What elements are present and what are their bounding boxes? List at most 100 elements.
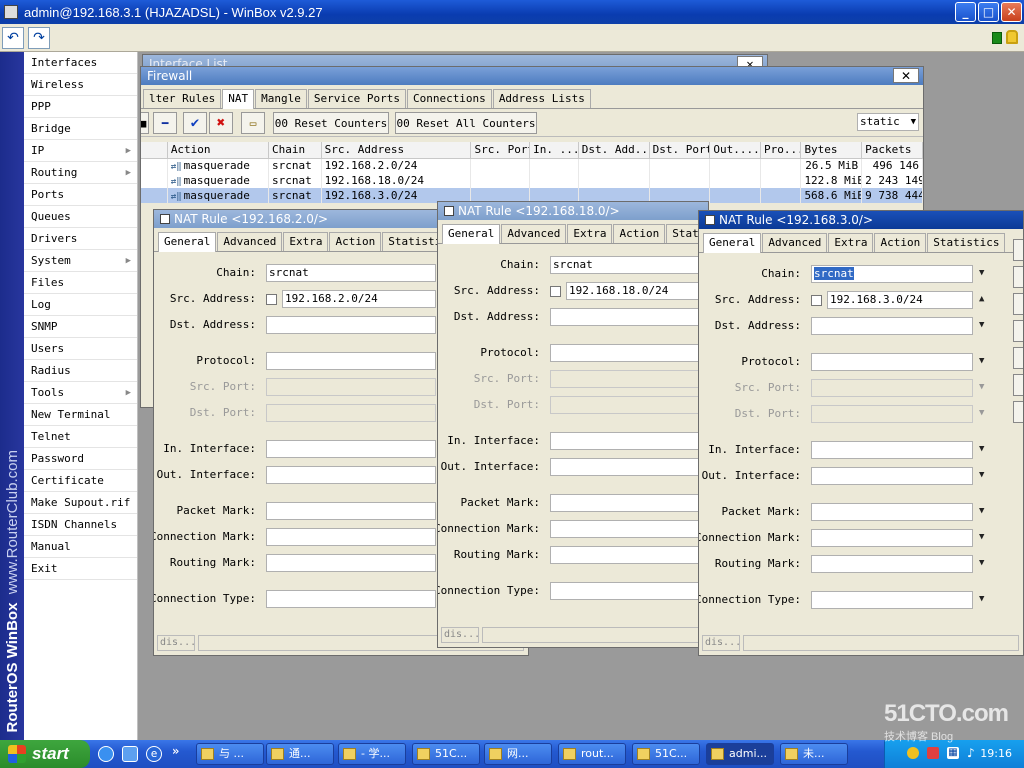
out-interface-field[interactable] bbox=[550, 458, 708, 476]
reset-all-counters-button[interactable]: 00 Reset All Counters bbox=[395, 112, 537, 134]
menu-item-wireless[interactable]: Wireless bbox=[24, 74, 137, 96]
protocol-field[interactable] bbox=[811, 353, 973, 371]
routing-mark-field[interactable] bbox=[811, 555, 973, 573]
menu-item-password[interactable]: Password bbox=[24, 448, 137, 470]
firewall-close-button[interactable]: ✕ bbox=[893, 68, 919, 83]
chain-field[interactable]: srcnat bbox=[266, 264, 436, 282]
nat-rule-window[interactable]: NAT Rule <192.168.18.0/> General Advanced E… bbox=[437, 201, 709, 648]
menu-item-files[interactable]: Files bbox=[24, 272, 137, 294]
chevron-down-icon[interactable]: ▼ bbox=[979, 558, 984, 568]
menu-item-queues[interactable]: Queues bbox=[24, 206, 137, 228]
quicklaunch-browser-icon[interactable] bbox=[98, 746, 114, 762]
tray-volume-icon[interactable]: ♪ bbox=[967, 746, 975, 760]
menu-item-certificate[interactable]: Certificate bbox=[24, 470, 137, 492]
start-button[interactable]: start bbox=[0, 740, 90, 768]
in-interface-field[interactable] bbox=[550, 432, 708, 450]
tray-network-icon[interactable]: ▦ bbox=[947, 747, 959, 759]
column-header[interactable]: Src. Port bbox=[470, 142, 531, 159]
chevron-down-icon[interactable]: ▼ bbox=[979, 320, 984, 330]
menu-item-manual[interactable]: Manual bbox=[24, 536, 137, 558]
taskbar-item[interactable]: 与 ... bbox=[196, 743, 264, 765]
menu-item-bridge[interactable]: Bridge bbox=[24, 118, 137, 140]
chevron-down-icon[interactable]: ▼ bbox=[979, 532, 984, 542]
chevron-down-icon[interactable]: ▼ bbox=[979, 470, 984, 480]
column-header[interactable]: Src. Address bbox=[321, 142, 472, 159]
close-button[interactable]: ✕ bbox=[1001, 2, 1022, 22]
menu-item-new-terminal[interactable]: New Terminal bbox=[24, 404, 137, 426]
menu-item-exit[interactable]: Exit bbox=[24, 558, 137, 580]
tray-alert-icon[interactable] bbox=[927, 747, 939, 759]
firewall-tab-service-ports[interactable]: Service Ports bbox=[307, 89, 406, 108]
src-address-invert-checkbox[interactable] bbox=[550, 286, 561, 297]
menu-item-isdn-channels[interactable]: ISDN Channels bbox=[24, 514, 137, 536]
enable-rule-icon[interactable]: ✔ bbox=[183, 112, 207, 134]
quicklaunch-ie-icon[interactable]: e bbox=[146, 746, 162, 762]
reset-counters-button[interactable]: 00 Reset Counters bbox=[273, 112, 389, 134]
connection-type-field[interactable] bbox=[811, 591, 973, 609]
firewall-tab-nat[interactable]: NAT bbox=[222, 89, 255, 109]
menu-item-tools[interactable]: Tools ▶ bbox=[24, 382, 137, 404]
out-interface-field[interactable] bbox=[266, 466, 436, 484]
src-address-field[interactable]: 192.168.3.0/24 bbox=[827, 291, 973, 309]
column-header[interactable]: Packets bbox=[861, 142, 923, 159]
dst-address-field[interactable] bbox=[811, 317, 973, 335]
add-rule-icon[interactable]: ■ bbox=[141, 112, 149, 134]
column-header[interactable]: Bytes bbox=[800, 142, 863, 159]
table-row[interactable]: ⇄‖ masquerade srcnat 192.168.2.0/24 26.5 MiB… bbox=[141, 158, 923, 173]
taskbar-item[interactable]: - 学... bbox=[338, 743, 406, 765]
menu-item-telnet[interactable]: Telnet bbox=[24, 426, 137, 448]
menu-item-drivers[interactable]: Drivers bbox=[24, 228, 137, 250]
menu-item-make-supout-rif[interactable]: Make Supout.rif bbox=[24, 492, 137, 514]
undo-icon[interactable]: ↶ bbox=[2, 27, 24, 49]
disable-rule-icon[interactable]: ✖ bbox=[209, 112, 233, 134]
connection-mark-field[interactable] bbox=[266, 528, 436, 546]
chevron-down-icon[interactable]: ▼ bbox=[979, 268, 984, 278]
firewall-tab-connections[interactable]: Connections bbox=[406, 89, 492, 108]
in-interface-field[interactable] bbox=[266, 440, 436, 458]
column-header[interactable]: Dst. Port bbox=[649, 142, 711, 159]
firewall-title-bar[interactable]: Firewall ✕ bbox=[141, 67, 923, 85]
side-action-button[interactable] bbox=[1013, 374, 1023, 396]
taskbar-item[interactable]: 通... bbox=[266, 743, 334, 765]
menu-item-ppp[interactable]: PPP bbox=[24, 96, 137, 118]
nat-rule-window[interactable]: NAT Rule <192.168.3.0/> General Advanced Ex… bbox=[698, 210, 1024, 656]
dst-address-field[interactable] bbox=[266, 316, 436, 334]
packet-mark-field[interactable] bbox=[811, 503, 973, 521]
menu-item-ip[interactable]: IP ▶ bbox=[24, 140, 137, 162]
chevron-down-icon[interactable]: ▼ bbox=[979, 506, 984, 516]
out-interface-field[interactable] bbox=[811, 467, 973, 485]
chevron-down-icon[interactable]: ▼ bbox=[979, 594, 984, 604]
src-address-field[interactable]: 192.168.18.0/24 bbox=[566, 282, 708, 300]
clock[interactable]: 19:16 bbox=[980, 747, 1012, 760]
side-action-button[interactable] bbox=[1013, 239, 1023, 261]
connection-type-field[interactable] bbox=[550, 582, 708, 600]
side-action-button[interactable] bbox=[1013, 401, 1023, 423]
redo-icon[interactable]: ↷ bbox=[28, 27, 50, 49]
src-address-field[interactable]: 192.168.2.0/24 bbox=[282, 290, 436, 308]
routing-mark-field[interactable] bbox=[266, 554, 436, 572]
protocol-field[interactable] bbox=[550, 344, 708, 362]
protocol-field[interactable] bbox=[266, 352, 436, 370]
dst-address-field[interactable] bbox=[550, 308, 708, 326]
menu-item-interfaces[interactable]: Interfaces bbox=[24, 52, 137, 74]
column-header[interactable]: Chain bbox=[268, 142, 322, 159]
taskbar-item[interactable]: admi... bbox=[706, 743, 774, 765]
column-header[interactable]: Dst. Add... bbox=[578, 142, 650, 159]
filter-select[interactable]: static ▼ bbox=[857, 113, 919, 131]
taskbar-item[interactable]: 网... bbox=[484, 743, 552, 765]
connection-mark-field[interactable] bbox=[811, 529, 973, 547]
maximize-button[interactable]: □ bbox=[978, 2, 999, 22]
in-interface-field[interactable] bbox=[811, 441, 973, 459]
main-title-bar[interactable]: admin@192.168.3.1 (HJAZADSL) - WinBox v2… bbox=[0, 0, 1024, 24]
menu-item-routing[interactable]: Routing ▶ bbox=[24, 162, 137, 184]
firewall-tab-mangle[interactable]: Mangle bbox=[255, 89, 307, 108]
tray-qq-icon[interactable] bbox=[907, 747, 919, 759]
column-header[interactable]: Out.... bbox=[709, 142, 761, 159]
connection-mark-field[interactable] bbox=[550, 520, 708, 538]
table-row[interactable]: ⇄‖ masquerade srcnat 192.168.18.0/24 122.8 M… bbox=[141, 173, 923, 188]
column-header[interactable]: In. ... bbox=[529, 142, 579, 159]
column-header[interactable]: Action bbox=[167, 142, 270, 159]
firewall-tab-address-lists[interactable]: Address Lists bbox=[492, 89, 591, 108]
taskbar-item[interactable]: rout... bbox=[558, 743, 626, 765]
remove-rule-icon[interactable]: ━ bbox=[153, 112, 177, 134]
